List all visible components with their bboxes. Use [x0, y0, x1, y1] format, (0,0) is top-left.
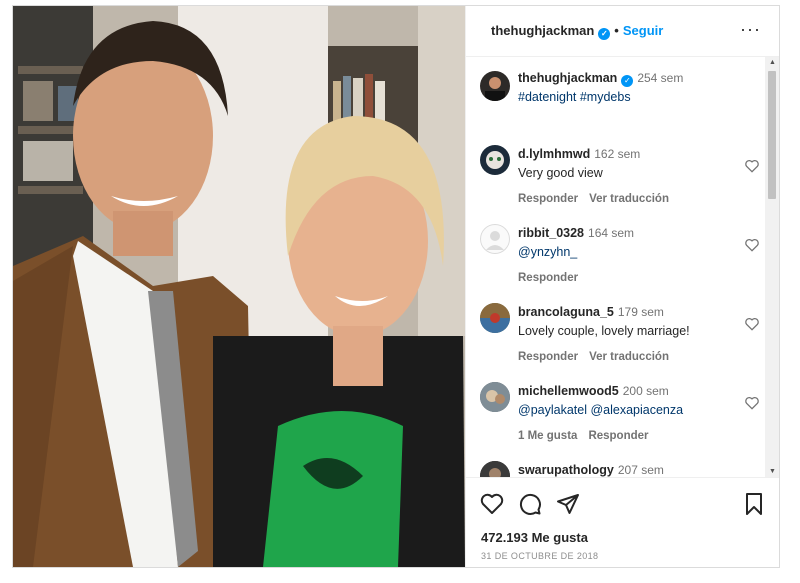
comment-time: 200 sem [622, 384, 669, 398]
comment-username[interactable]: michellemwood5 [518, 384, 619, 398]
instagram-post-frame: thehughjackman ✓ • Seguir ··· thehughjackma… [12, 5, 780, 568]
comment-body: d.lylmhmwd 162 sem Very good view Respond… [518, 145, 738, 205]
scroll-down-icon[interactable]: ▼ [769, 468, 776, 475]
post-header: thehughjackman ✓ • Seguir ··· [466, 6, 779, 57]
save-icon[interactable] [742, 492, 766, 516]
comment-text[interactable]: @ynzyhn_ [518, 245, 738, 259]
caption-avatar[interactable] [480, 71, 510, 101]
comment-text: Lovely couple, lovely marriage! [518, 324, 690, 338]
verified-badge-icon: ✓ [621, 75, 634, 87]
comment-body: swarupathology 207 sem [518, 461, 738, 477]
comment-item: swarupathology 207 sem [480, 461, 760, 477]
post-footer: 472.193 Me gusta 31 DE OCTUBRE DE 2018 [466, 477, 779, 567]
caption-time: 254 sem [637, 71, 684, 85]
user-avatar-icon [480, 461, 510, 477]
comment-username[interactable]: swarupathology [518, 463, 614, 477]
comment-username[interactable]: d.lylmhmwd [518, 147, 590, 161]
post-photo[interactable] [13, 6, 465, 567]
heart-icon[interactable] [744, 159, 760, 173]
comment-username[interactable]: ribbit_0328 [518, 226, 584, 240]
comment-item: d.lylmhmwd 162 sem Very good view Respond… [480, 145, 760, 225]
more-icon[interactable]: ··· [740, 19, 761, 40]
comment-avatar[interactable] [480, 145, 510, 175]
user-avatar-icon [485, 77, 505, 101]
see-translation-button[interactable]: Ver traducción [589, 351, 669, 363]
heart-icon[interactable] [744, 238, 760, 252]
comment-item: michellemwood5 200 sem @paylakatel @alexa… [480, 382, 760, 462]
comment-text[interactable]: @paylakatel @alexapiacenza [518, 403, 738, 417]
default-avatar-icon [480, 224, 510, 254]
reply-button[interactable]: Responder [518, 193, 578, 205]
comment-item: brancolaguna_5 179 sem Lovely couple, lov… [480, 303, 760, 383]
comment-icon[interactable] [518, 492, 542, 516]
see-translation-button[interactable]: Ver traducción [589, 193, 669, 205]
comment-avatar[interactable] [480, 224, 510, 254]
comment-body: ribbit_0328 164 sem @ynzyhn_ Responder [518, 224, 738, 284]
share-icon[interactable] [556, 492, 580, 516]
user-avatar-icon [480, 382, 510, 412]
post-side-panel: thehughjackman ✓ • Seguir ··· thehughjackma… [465, 6, 779, 567]
header-username[interactable]: thehughjackman [491, 23, 594, 38]
comment-time: 162 sem [594, 147, 641, 161]
comment-likes-button[interactable]: 1 Me gusta [518, 430, 577, 442]
scroll-up-icon[interactable]: ▲ [769, 59, 776, 66]
heart-icon[interactable] [480, 492, 504, 516]
comment-actions: Responder Ver traducción [518, 193, 738, 205]
comment-avatar[interactable] [480, 382, 510, 412]
comment-text: Very good view [518, 166, 603, 180]
reply-button[interactable]: Responder [518, 272, 578, 284]
user-avatar-icon [486, 151, 504, 169]
caption-body: thehughjackman ✓ 254 sem #datenight #mydeb… [518, 69, 738, 104]
comments-scrollbar[interactable]: ▲ ▼ [765, 57, 779, 477]
comment-time: 207 sem [617, 463, 664, 477]
verified-badge-icon: ✓ [598, 28, 611, 40]
likes-count[interactable]: 472.193 Me gusta [481, 530, 588, 545]
comment-item: ribbit_0328 164 sem @ynzyhn_ Responder [480, 224, 760, 304]
heart-icon[interactable] [744, 396, 760, 410]
header-user: thehughjackman ✓ • Seguir [491, 23, 663, 40]
comment-actions: Responder Ver traducción [518, 351, 738, 363]
comment-time: 164 sem [588, 226, 635, 240]
heart-icon[interactable] [744, 317, 760, 331]
follow-button[interactable]: Seguir [623, 23, 663, 38]
caption-username[interactable]: thehughjackman [518, 71, 617, 85]
separator: • [614, 23, 619, 38]
comment-time: 179 sem [617, 305, 664, 319]
comment-avatar[interactable] [480, 461, 510, 477]
comment-actions: 1 Me gusta Responder [518, 430, 738, 442]
scroll-thumb[interactable] [768, 71, 776, 199]
reply-button[interactable]: Responder [518, 351, 578, 363]
user-avatar-icon [480, 303, 510, 333]
post-date: 31 DE OCTUBRE DE 2018 [481, 551, 599, 561]
comments-list[interactable]: thehughjackman ✓ 254 sem #datenight #mydeb… [466, 57, 766, 477]
post-photo-illustration [13, 6, 465, 567]
comment-avatar[interactable] [480, 303, 510, 333]
reply-button[interactable]: Responder [588, 430, 648, 442]
comment-username[interactable]: brancolaguna_5 [518, 305, 614, 319]
comment-body: brancolaguna_5 179 sem Lovely couple, lov… [518, 303, 738, 363]
comment-actions: Responder [518, 272, 738, 284]
comment-body: michellemwood5 200 sem @paylakatel @alexa… [518, 382, 738, 442]
caption-text[interactable]: #datenight #mydebs [518, 90, 738, 104]
